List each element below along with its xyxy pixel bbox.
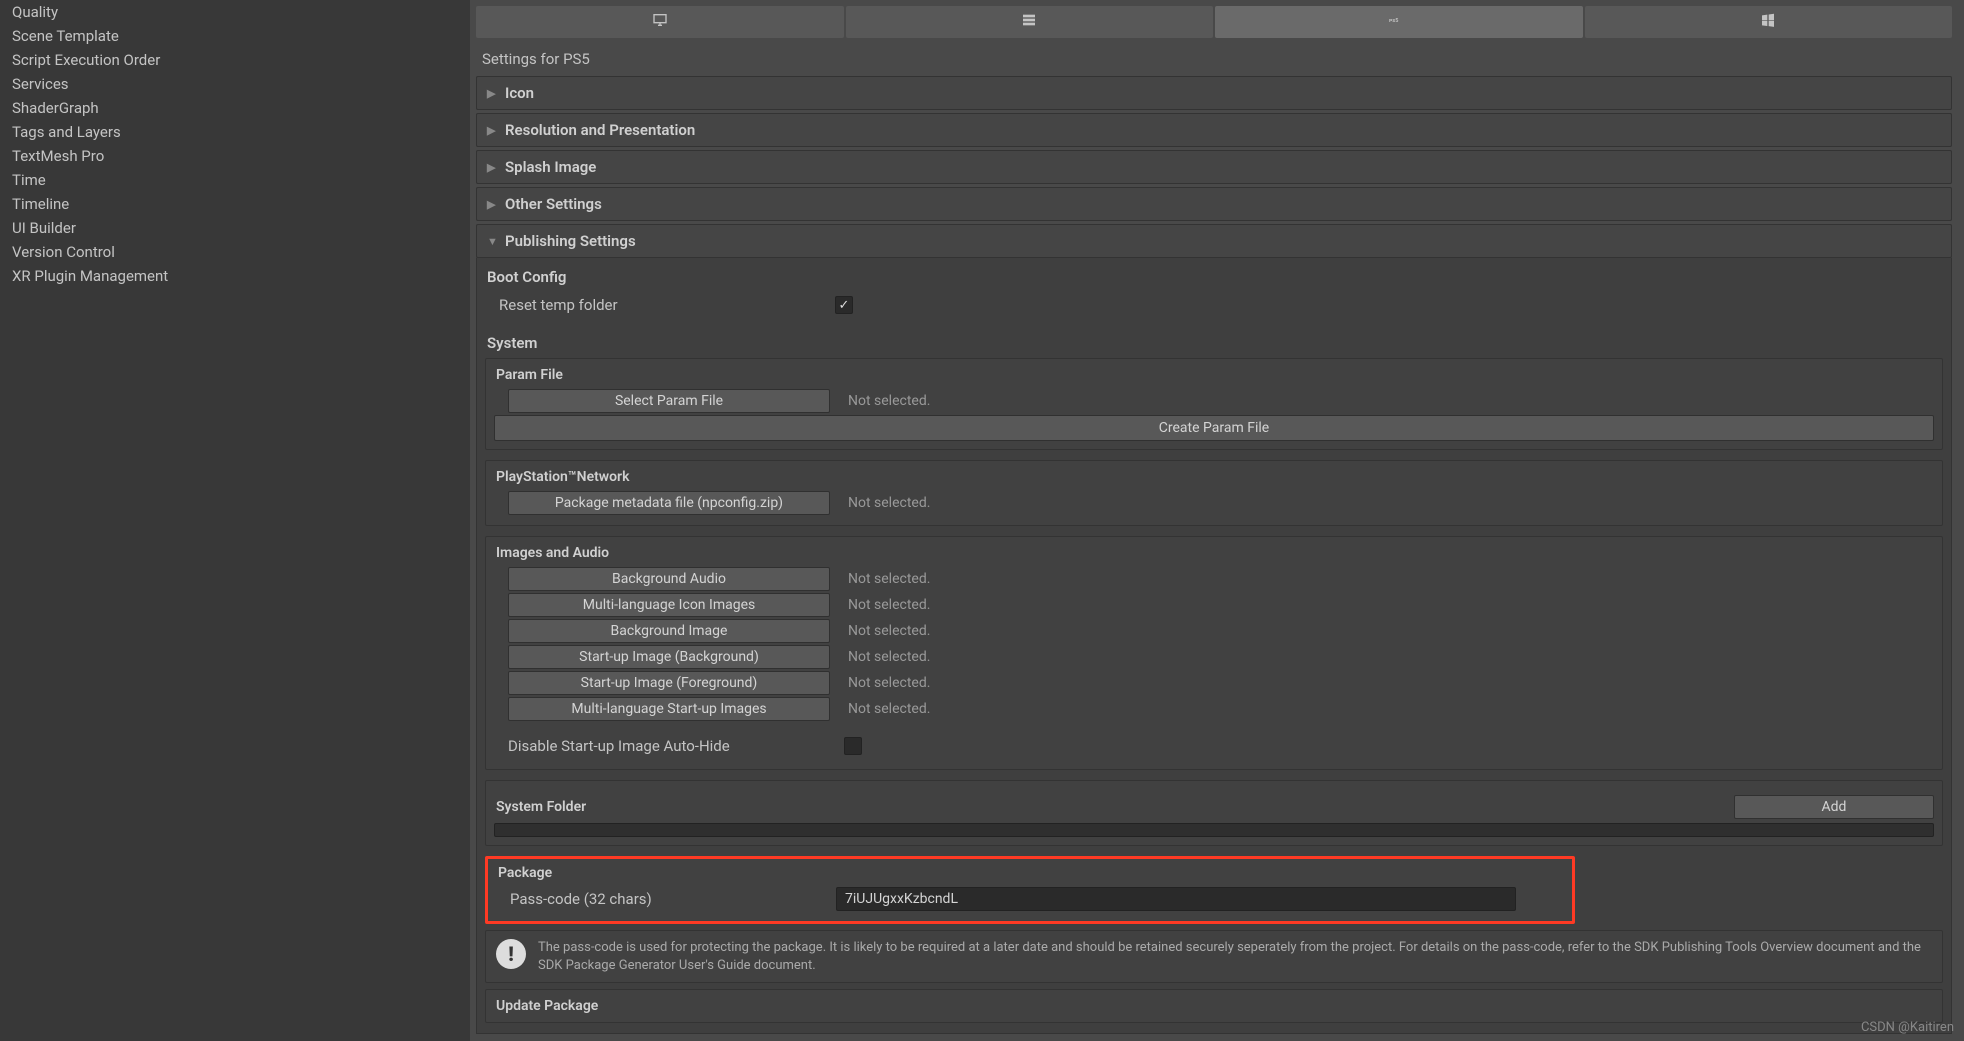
sidebar-item-textmesh-pro[interactable]: TextMesh Pro <box>12 144 470 168</box>
multilang-icon-images-status: Not selected. <box>848 597 930 613</box>
param-file-group: Param File Select Param File Not selecte… <box>485 358 1943 450</box>
chevron-right-icon: ▶ <box>487 124 499 137</box>
reset-temp-folder-checkbox[interactable] <box>835 296 853 314</box>
section-splash-image[interactable]: ▶ Splash Image <box>476 150 1952 184</box>
sidebar-item-timeline[interactable]: Timeline <box>12 192 470 216</box>
section-label: Publishing Settings <box>505 232 636 250</box>
platform-tab-ps5[interactable]: ᴘs5 <box>1215 6 1583 38</box>
update-package-heading: Update Package <box>494 998 1934 1014</box>
system-folder-group: System Folder Add <box>485 780 1943 846</box>
svg-text:ᴘs5: ᴘs5 <box>1389 18 1398 24</box>
settings-content: ▶ Icon ▶ Resolution and Presentation ▶ S… <box>470 76 1958 1041</box>
multilang-startup-images-button[interactable]: Multi-language Start-up Images <box>508 697 830 721</box>
system-folder-strip[interactable] <box>494 823 1934 837</box>
sidebar-item-version-control[interactable]: Version Control <box>12 240 470 264</box>
sidebar-item-scene-template[interactable]: Scene Template <box>12 24 470 48</box>
section-label: Icon <box>505 84 534 102</box>
param-file-group-label: Param File <box>494 367 1934 389</box>
system-folder-add-button[interactable]: Add <box>1734 795 1934 819</box>
background-audio-button[interactable]: Background Audio <box>508 567 830 591</box>
psn-group-label: PlayStation™Network <box>494 469 1934 491</box>
info-icon: ! <box>496 939 526 969</box>
section-other-settings[interactable]: ▶ Other Settings <box>476 187 1952 221</box>
platform-tabs: ᴘs5 <box>470 0 1958 38</box>
multilang-icon-images-button[interactable]: Multi-language Icon Images <box>508 593 830 617</box>
publishing-settings-body: Boot Config Reset temp folder System Par… <box>476 258 1952 1034</box>
section-label: Resolution and Presentation <box>505 121 695 139</box>
boot-config-heading: Boot Config <box>485 264 1943 292</box>
sidebar-item-quality[interactable]: Quality <box>12 0 470 24</box>
param-file-status: Not selected. <box>848 393 930 409</box>
server-icon <box>1019 12 1039 32</box>
sidebar-item-time[interactable]: Time <box>12 168 470 192</box>
section-label: Splash Image <box>505 158 596 176</box>
main-panel: ᴘs5 Settings for PS5 ▶ Icon ▶ Resolution… <box>470 0 1964 1041</box>
settings-title: Settings for PS5 <box>470 38 1958 76</box>
passcode-info-box: ! The pass-code is used for protecting t… <box>485 930 1943 983</box>
platform-tab-server[interactable] <box>846 6 1214 38</box>
windows-icon <box>1758 12 1778 32</box>
sidebar-item-xr-plugin-management[interactable]: XR Plugin Management <box>12 264 470 288</box>
passcode-info-text: The pass-code is used for protecting the… <box>538 939 1932 974</box>
passcode-label: Pass-code (32 chars) <box>496 890 836 908</box>
images-audio-group-label: Images and Audio <box>494 545 1934 567</box>
desktop-icon <box>650 12 670 32</box>
passcode-input[interactable] <box>836 887 1516 911</box>
section-label: Other Settings <box>505 195 602 213</box>
multilang-startup-images-status: Not selected. <box>848 701 930 717</box>
chevron-right-icon: ▶ <box>487 198 499 211</box>
platform-tab-windows[interactable] <box>1585 6 1953 38</box>
section-publishing-settings[interactable]: ▼ Publishing Settings <box>476 224 1952 258</box>
section-resolution[interactable]: ▶ Resolution and Presentation <box>476 113 1952 147</box>
section-icon[interactable]: ▶ Icon <box>476 76 1952 110</box>
background-image-status: Not selected. <box>848 623 930 639</box>
startup-image-background-button[interactable]: Start-up Image (Background) <box>508 645 830 669</box>
package-metadata-button[interactable]: Package metadata file (npconfig.zip) <box>508 491 830 515</box>
startup-image-foreground-button[interactable]: Start-up Image (Foreground) <box>508 671 830 695</box>
package-heading: Package <box>496 865 1564 887</box>
sidebar-item-services[interactable]: Services <box>12 72 470 96</box>
create-param-file-button[interactable]: Create Param File <box>494 415 1934 441</box>
disable-auto-hide-checkbox[interactable] <box>844 737 862 755</box>
ps5-icon: ᴘs5 <box>1389 12 1409 32</box>
chevron-right-icon: ▶ <box>487 87 499 100</box>
select-param-file-button[interactable]: Select Param File <box>508 389 830 413</box>
chevron-down-icon: ▼ <box>487 235 499 248</box>
background-image-button[interactable]: Background Image <box>508 619 830 643</box>
settings-sidebar: Quality Scene Template Script Execution … <box>0 0 470 1041</box>
sidebar-item-tags-and-layers[interactable]: Tags and Layers <box>12 120 470 144</box>
psn-group: PlayStation™Network Package metadata fil… <box>485 460 1943 526</box>
update-package-group: Update Package <box>485 989 1943 1023</box>
package-group-highlighted: Package Pass-code (32 chars) <box>485 856 1575 924</box>
reset-temp-folder-label: Reset temp folder <box>485 296 835 314</box>
disable-auto-hide-label: Disable Start-up Image Auto-Hide <box>494 737 844 755</box>
startup-image-foreground-status: Not selected. <box>848 675 930 691</box>
background-audio-status: Not selected. <box>848 571 930 587</box>
platform-tab-standalone[interactable] <box>476 6 844 38</box>
system-folder-label: System Folder <box>496 799 586 815</box>
system-heading: System <box>485 330 1943 358</box>
sidebar-item-shadergraph[interactable]: ShaderGraph <box>12 96 470 120</box>
chevron-right-icon: ▶ <box>487 161 499 174</box>
startup-image-background-status: Not selected. <box>848 649 930 665</box>
sidebar-item-script-execution-order[interactable]: Script Execution Order <box>12 48 470 72</box>
package-metadata-status: Not selected. <box>848 495 930 511</box>
sidebar-item-ui-builder[interactable]: UI Builder <box>12 216 470 240</box>
watermark: CSDN @Kaitiren <box>1861 1020 1954 1035</box>
images-audio-group: Images and Audio Background Audio Not se… <box>485 536 1943 770</box>
